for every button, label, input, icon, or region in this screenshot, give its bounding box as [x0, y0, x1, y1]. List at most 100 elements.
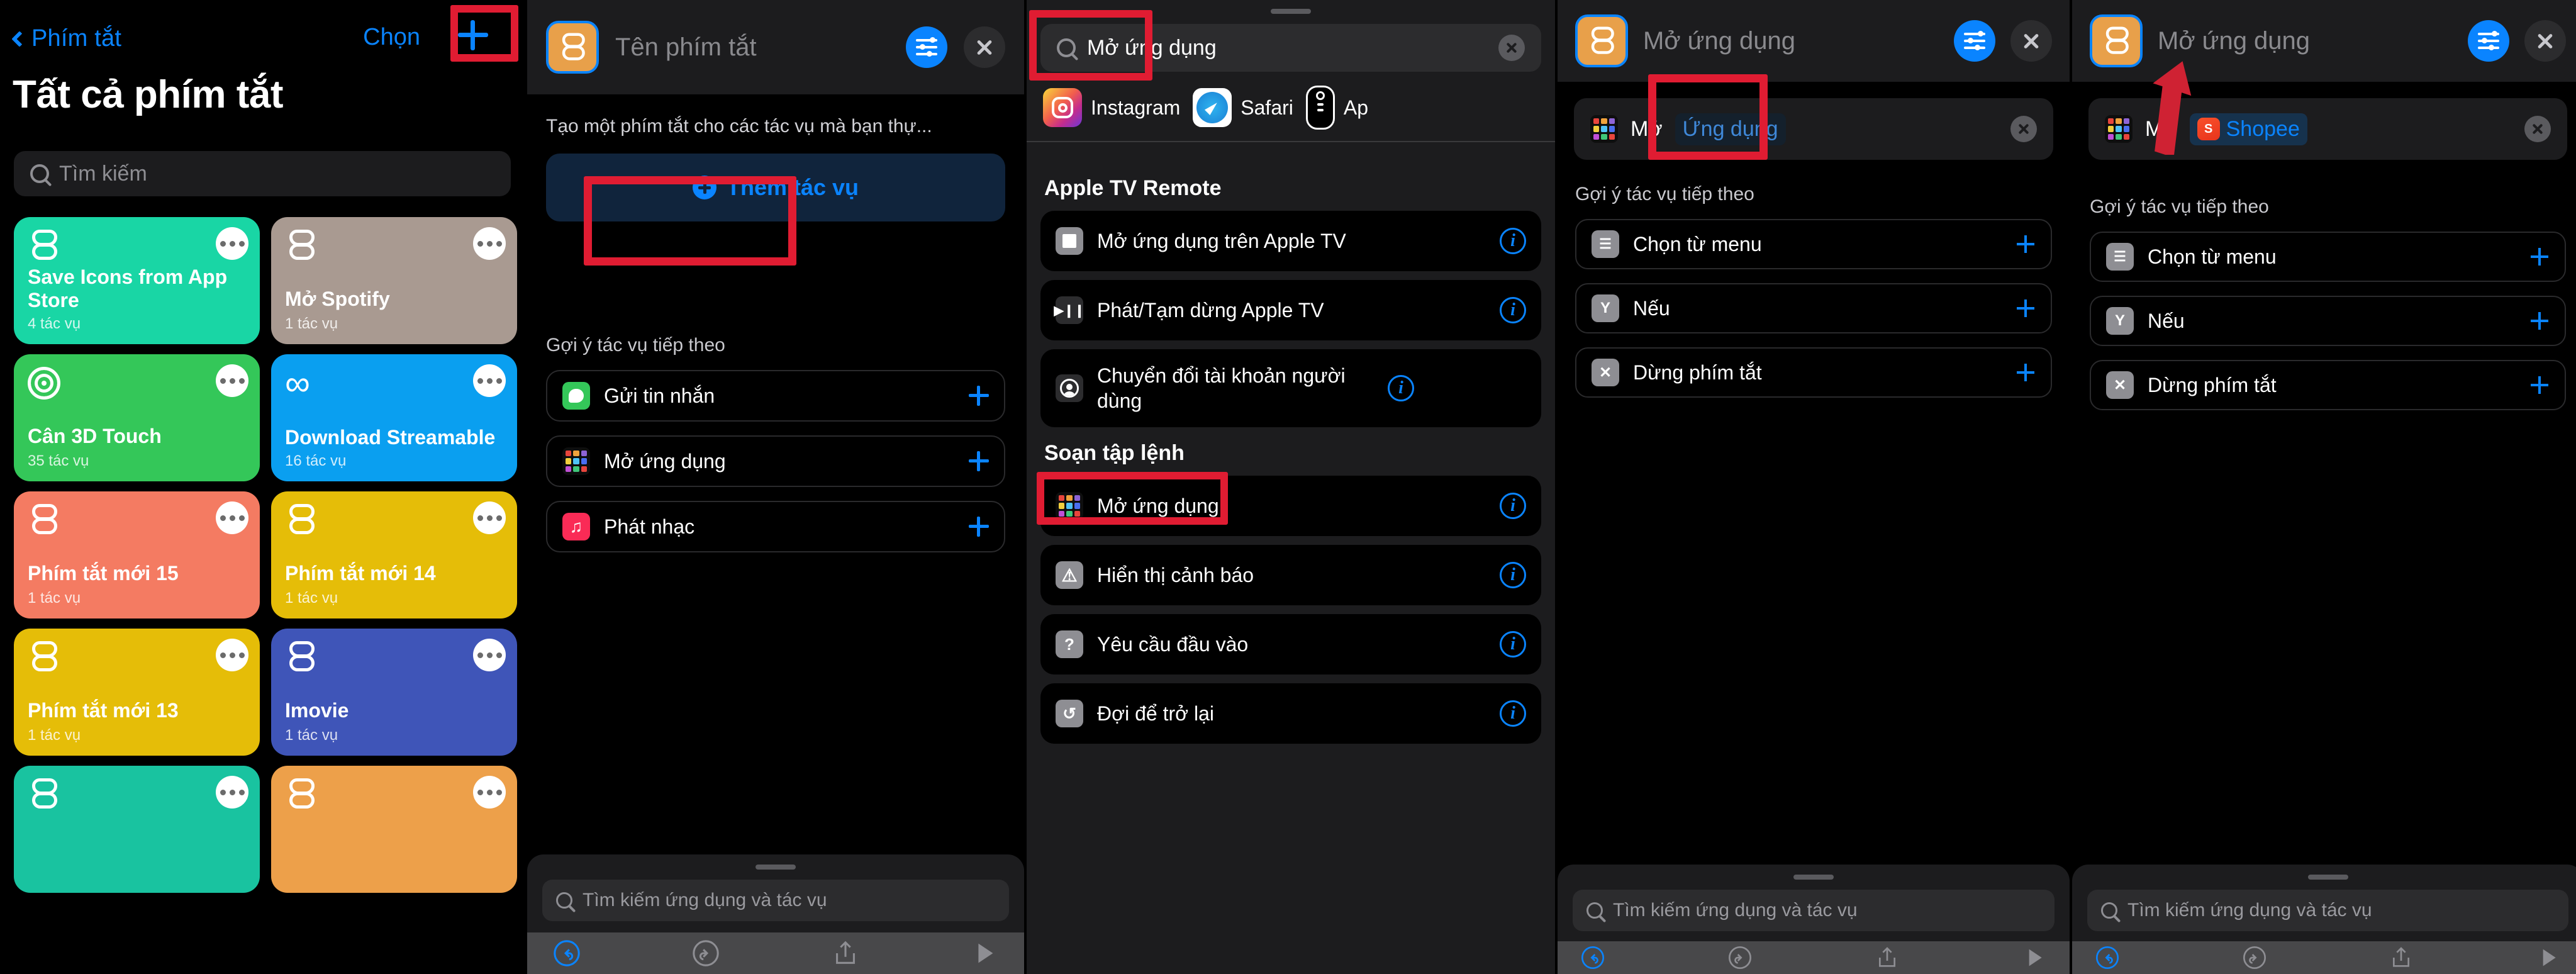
- action-row[interactable]: ⚠ Hiển thị cảnh báo i: [1040, 545, 1541, 605]
- editor-toolbar: [2072, 941, 2576, 974]
- tile-more-button[interactable]: [216, 227, 248, 260]
- shortcut-app-icon[interactable]: [1575, 14, 1628, 67]
- info-icon[interactable]: i: [1500, 562, 1526, 588]
- play-icon[interactable]: [970, 939, 999, 968]
- add-suggestion-button[interactable]: [969, 517, 989, 537]
- shortcut-tile[interactable]: Phím tắt mới 13 1 tác vụ: [14, 629, 260, 756]
- search-input[interactable]: Tìm kiếm: [14, 151, 511, 196]
- settings-button[interactable]: [906, 26, 947, 68]
- tile-more-button[interactable]: [473, 364, 506, 397]
- sheet-grabber[interactable]: [2307, 875, 2348, 880]
- suggestion-row[interactable]: Gửi tin nhắn: [546, 370, 1005, 422]
- tile-more-button[interactable]: [473, 501, 506, 534]
- tile-more-button[interactable]: [473, 227, 506, 260]
- add-suggestion-button[interactable]: [2016, 298, 2036, 318]
- picker-body: Apple TV Remote Mở ứng dụng trên Apple T…: [1027, 162, 1555, 974]
- clear-icon[interactable]: [2010, 116, 2037, 142]
- tile-more-button[interactable]: [216, 639, 248, 671]
- shortcut-name-field[interactable]: Mở ứng dụng: [2158, 27, 2453, 55]
- clear-icon[interactable]: [1498, 35, 1525, 61]
- redo-icon[interactable]: [2242, 945, 2267, 970]
- play-icon[interactable]: [2536, 945, 2561, 970]
- shortcut-tile[interactable]: [271, 766, 517, 893]
- close-button[interactable]: [2524, 20, 2566, 62]
- picker-top: Mở ứng dụng: [1027, 0, 1555, 81]
- add-suggestion-button[interactable]: [969, 386, 989, 406]
- close-button[interactable]: [964, 26, 1005, 68]
- add-suggestion-button[interactable]: [2016, 362, 2036, 383]
- play-icon[interactable]: [2022, 945, 2047, 970]
- shortcut-tile[interactable]: [14, 766, 260, 893]
- music-icon: ♫: [562, 513, 590, 540]
- shortcut-tile[interactable]: Phím tắt mới 14 1 tác vụ: [271, 491, 517, 619]
- tile-title: Save Icons from App Store: [28, 265, 228, 312]
- shortcut-tile[interactable]: Imovie 1 tác vụ: [271, 629, 517, 756]
- back-label: Phím tắt: [31, 25, 122, 52]
- undo-icon[interactable]: [552, 939, 581, 968]
- redo-icon[interactable]: [1727, 945, 1753, 970]
- sheet-grabber[interactable]: [1271, 9, 1311, 14]
- shortcut-tile[interactable]: Cân 3D Touch 35 tác vụ: [14, 354, 260, 481]
- undo-icon[interactable]: [1580, 945, 1605, 970]
- info-icon[interactable]: i: [1500, 631, 1526, 658]
- shortcut-name-field[interactable]: Tên phím tắt: [615, 33, 889, 62]
- shortcut-app-icon[interactable]: [546, 21, 599, 74]
- app-result[interactable]: Ap: [1305, 86, 1368, 130]
- action-card-open-app[interactable]: Mở Ứng dụng: [1574, 74, 2053, 160]
- share-icon[interactable]: [831, 939, 860, 968]
- add-suggestion-button[interactable]: [2529, 311, 2550, 331]
- suggestion-row[interactable]: Y Nếu: [1575, 283, 2052, 333]
- info-icon[interactable]: i: [1500, 493, 1526, 519]
- action-row[interactable]: ? Yêu cầu đầu vào i: [1040, 614, 1541, 675]
- add-suggestion-button[interactable]: [2529, 375, 2550, 395]
- tile-more-button[interactable]: [216, 364, 248, 397]
- shortcut-app-icon[interactable]: [2090, 14, 2143, 67]
- sheet-grabber[interactable]: [756, 865, 796, 870]
- tile-more-button[interactable]: [216, 776, 248, 809]
- action-row[interactable]: Mở ứng dụng i: [1037, 472, 1541, 536]
- suggestion-row[interactable]: ✕ Dừng phím tắt: [2090, 360, 2566, 410]
- share-icon[interactable]: [1875, 945, 1900, 970]
- action-search-input[interactable]: Tìm kiếm ứng dụng và tác vụ: [2087, 890, 2568, 931]
- info-icon[interactable]: i: [1500, 297, 1526, 323]
- action-row[interactable]: ▶❙❙ Phát/Tạm dừng Apple TV i: [1040, 280, 1541, 340]
- shortcut-tile[interactable]: Mở Spotify 1 tác vụ: [271, 217, 517, 344]
- add-suggestion-button[interactable]: [2529, 247, 2550, 267]
- suggestion-row[interactable]: ☰ Chọn từ menu: [1575, 219, 2052, 269]
- redo-icon[interactable]: [691, 939, 720, 968]
- close-button[interactable]: [2010, 20, 2052, 62]
- share-icon[interactable]: [2389, 945, 2414, 970]
- suggestion-row[interactable]: ☰ Chọn từ menu: [2090, 232, 2566, 282]
- suggestion-row[interactable]: Mở ứng dụng: [546, 435, 1005, 487]
- suggestion-row[interactable]: ♫ Phát nhạc: [546, 501, 1005, 552]
- app-result[interactable]: Instagram: [1043, 88, 1180, 127]
- info-icon[interactable]: i: [1500, 228, 1526, 254]
- info-icon[interactable]: i: [1388, 375, 1414, 401]
- tile-more-button[interactable]: [216, 501, 248, 534]
- action-row[interactable]: Chuyển đổi tài khoản người dùng i: [1040, 349, 1541, 427]
- suggestion-row[interactable]: ✕ Dừng phím tắt: [1575, 347, 2052, 398]
- app-result[interactable]: Safari: [1193, 88, 1293, 127]
- choose-button[interactable]: Chọn: [363, 24, 420, 51]
- undo-icon[interactable]: [2095, 945, 2120, 970]
- sheet-grabber[interactable]: [1793, 875, 1834, 880]
- action-search-input[interactable]: Tìm kiếm ứng dụng và tác vụ: [1573, 890, 2055, 931]
- action-row[interactable]: ↺ Đợi để trở lại i: [1040, 683, 1541, 744]
- shortcut-tile[interactable]: Save Icons from App Store 4 tác vụ: [14, 217, 260, 344]
- tile-subtitle: 1 tác vụ: [285, 315, 338, 332]
- tile-more-button[interactable]: [473, 776, 506, 809]
- shortcut-tile[interactable]: ∞ Download Streamable 16 tác vụ: [271, 354, 517, 481]
- shortcut-tile[interactable]: Phím tắt mới 15 1 tác vụ: [14, 491, 260, 619]
- clear-icon[interactable]: [2524, 116, 2551, 142]
- settings-button[interactable]: [1954, 20, 1995, 62]
- shortcut-name-field[interactable]: Mở ứng dụng: [1643, 27, 1939, 55]
- action-row[interactable]: Mở ứng dụng trên Apple TV i: [1040, 211, 1541, 271]
- back-button[interactable]: Phím tắt: [11, 25, 122, 52]
- settings-button[interactable]: [2468, 20, 2509, 62]
- add-suggestion-button[interactable]: [969, 451, 989, 471]
- tile-more-button[interactable]: [473, 639, 506, 671]
- suggestion-row[interactable]: Y Nếu: [2090, 296, 2566, 346]
- action-search-input[interactable]: Tìm kiếm ứng dụng và tác vụ: [542, 880, 1009, 921]
- info-icon[interactable]: i: [1500, 700, 1526, 727]
- add-suggestion-button[interactable]: [2016, 234, 2036, 254]
